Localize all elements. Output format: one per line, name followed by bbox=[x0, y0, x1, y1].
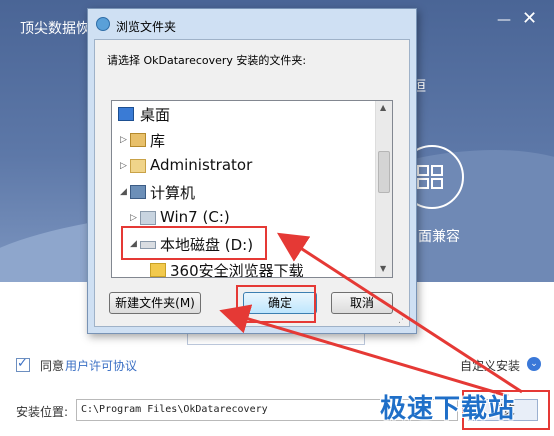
installer-title: 顶尖数据恢 bbox=[20, 21, 90, 37]
expand-arrow-icon[interactable]: ▷ bbox=[120, 135, 127, 145]
agree-label: 同意 bbox=[40, 359, 65, 373]
install-path-label: 安装位置: bbox=[16, 405, 69, 419]
minimize-button[interactable]: — bbox=[497, 12, 511, 28]
computer-icon bbox=[130, 185, 146, 199]
new-folder-button[interactable]: 新建文件夹(M) bbox=[109, 292, 201, 314]
tree-item-360-downloads[interactable]: 360安全浏览器下载 bbox=[112, 259, 372, 277]
tree-item-administrator[interactable]: ▷ Administrator bbox=[112, 155, 372, 179]
cancel-button[interactable]: 取消 bbox=[331, 292, 393, 314]
annotation-box-drive bbox=[121, 226, 267, 260]
windows-logo-icon bbox=[417, 165, 445, 191]
custom-install-link[interactable]: 自定义安装 bbox=[460, 357, 520, 374]
annotation-box-ok bbox=[236, 285, 316, 323]
user-folder-icon bbox=[130, 159, 146, 173]
expand-arrow-icon[interactable]: ▷ bbox=[130, 213, 137, 223]
chevron-down-icon[interactable]: ⌄ bbox=[527, 357, 541, 371]
scroll-down-icon[interactable]: ▼ bbox=[380, 264, 386, 273]
library-icon bbox=[130, 133, 146, 147]
agree-checkbox[interactable] bbox=[16, 356, 30, 372]
collapse-arrow-icon[interactable]: ◢ bbox=[120, 187, 127, 197]
scroll-thumb[interactable] bbox=[378, 151, 390, 193]
compat-label: 面兼容 bbox=[418, 229, 460, 245]
dialog-prompt: 请选择 OkDatarecovery 安装的文件夹: bbox=[107, 54, 307, 67]
watermark-text: 极速下载站 bbox=[380, 394, 516, 424]
scroll-up-icon[interactable]: ▲ bbox=[380, 103, 386, 112]
tree-item-computer[interactable]: ◢ 计算机 bbox=[112, 181, 372, 205]
windows-drive-icon bbox=[140, 211, 156, 225]
tree-item-library[interactable]: ▷ 库 bbox=[112, 129, 372, 153]
dialog-titlebar[interactable]: 浏览文件夹 bbox=[88, 9, 416, 39]
desktop-icon bbox=[118, 107, 134, 121]
tree-scrollbar[interactable]: ▲ ▼ bbox=[375, 101, 392, 277]
expand-arrow-icon[interactable]: ▷ bbox=[120, 161, 127, 171]
dialog-app-icon bbox=[96, 17, 110, 31]
folder-icon bbox=[150, 263, 166, 277]
dialog-content: 请选择 OkDatarecovery 安装的文件夹: 桌面 ▷ 库 ▷ Admi… bbox=[94, 39, 410, 327]
dialog-title: 浏览文件夹 bbox=[116, 20, 177, 34]
license-link[interactable]: 用户许可协议 bbox=[65, 357, 137, 374]
resize-grip-icon[interactable]: ⋰ bbox=[398, 315, 407, 325]
close-button[interactable]: ✕ bbox=[522, 8, 537, 29]
tree-item-desktop[interactable]: 桌面 bbox=[112, 103, 372, 127]
